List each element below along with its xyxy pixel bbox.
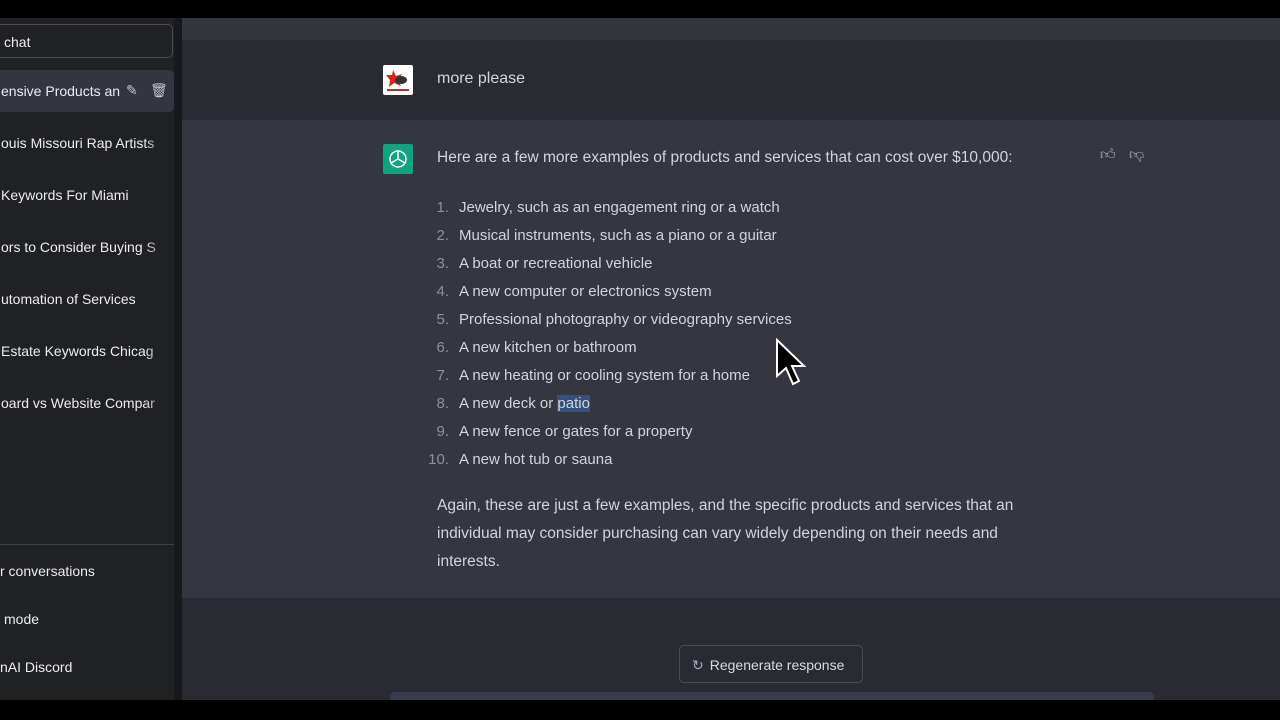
conversation-title: ouis Missouri Rap Artists xyxy=(1,135,155,151)
list-number: 5. xyxy=(436,311,449,328)
list-number: 4. xyxy=(436,283,449,300)
trash-icon[interactable]: 🗑 xyxy=(150,82,168,99)
dark-mode-button[interactable]: mode xyxy=(4,611,39,627)
list-item: 7. A new heating or cooling system for a … xyxy=(436,362,792,390)
chat-main: more please Here are a few more examples… xyxy=(182,18,1280,702)
top-strip xyxy=(182,18,1280,40)
list-item: 1. Jewelry, such as an engagement ring or… xyxy=(436,194,792,222)
list-text: Musical instruments, such as a piano or … xyxy=(459,227,777,244)
list-item: 4. A new computer or electronics system xyxy=(436,278,792,306)
list-text: A new kitchen or bathroom xyxy=(459,339,637,356)
list-item: 3. A boat or recreational vehicle xyxy=(436,250,792,278)
top-black-bar xyxy=(0,0,1280,18)
list-item: 10. A new hot tub or sauna xyxy=(428,446,792,474)
bottom-black-bar xyxy=(0,700,1280,720)
conversation-item[interactable]: Keywords For Miami xyxy=(0,174,174,216)
assistant-message-row: Here are a few more examples of products… xyxy=(182,120,1280,598)
assistant-intro: Here are a few more examples of products… xyxy=(437,149,1013,166)
list-item: 2. Musical instruments, such as a piano o… xyxy=(436,222,792,250)
user-message-row: more please xyxy=(182,40,1280,120)
new-chat-button[interactable]: chat xyxy=(0,24,173,58)
examples-list: 1. Jewelry, such as an engagement ring or… xyxy=(428,194,792,474)
thumbs-down-icon[interactable]: 👎︎ xyxy=(1129,146,1144,164)
list-number: 6. xyxy=(436,339,449,356)
list-item: 6. A new kitchen or bathroom xyxy=(436,334,792,362)
conversation-item[interactable]: oard vs Website Compar xyxy=(0,382,174,424)
list-number: 3. xyxy=(436,255,449,272)
mouse-cursor-icon xyxy=(776,338,807,386)
user-avatar xyxy=(383,65,413,95)
openai-logo-icon xyxy=(383,144,413,174)
list-text: A boat or recreational vehicle xyxy=(459,255,653,272)
list-item: 8. A new deck or patio xyxy=(436,390,792,418)
conversation-title: ors to Consider Buying S xyxy=(1,239,156,255)
conversation-item[interactable]: Estate Keywords Chicag xyxy=(0,330,174,372)
list-number: 10. xyxy=(428,451,449,468)
list-text: A new computer or electronics system xyxy=(459,283,712,300)
regenerate-label: Regenerate response xyxy=(709,657,845,673)
conversation-title: Keywords For Miami xyxy=(1,187,129,203)
discord-link[interactable]: nAI Discord xyxy=(0,659,72,675)
conversation-title: oard vs Website Compar xyxy=(1,395,155,411)
conversation-title: Estate Keywords Chicag xyxy=(1,343,154,359)
sidebar-divider xyxy=(0,544,174,545)
selected-text: patio xyxy=(557,395,590,412)
user-message: more please xyxy=(437,70,526,87)
edit-icon[interactable]: ✎ xyxy=(126,82,138,99)
conversation-item-active[interactable]: ensive Products an ✎ 🗑 xyxy=(0,70,174,112)
list-item: 5. Professional photography or videograph… xyxy=(436,306,792,334)
list-text: A new deck or xyxy=(459,395,558,412)
sidebar: chat ensive Products an ✎ 🗑 ouis Missouri … xyxy=(0,18,174,700)
list-text: A new fence or gates for a property xyxy=(459,423,693,440)
list-number: 1. xyxy=(436,199,449,216)
sidebar-border xyxy=(174,18,182,700)
thumbs-up-icon[interactable]: 👍︎ xyxy=(1100,146,1116,164)
conversation-item[interactable]: utomation of Services xyxy=(0,278,174,320)
conversation-item[interactable]: ors to Consider Buying S xyxy=(0,226,174,268)
list-number: 8. xyxy=(436,395,449,412)
list-text: A new hot tub or sauna xyxy=(459,451,613,468)
regenerate-response-button[interactable]: ↻ Regenerate response xyxy=(679,645,863,683)
conversation-item[interactable]: ouis Missouri Rap Artists xyxy=(0,122,174,164)
clear-conversations-button[interactable]: r conversations xyxy=(0,563,95,579)
new-chat-label: chat xyxy=(4,34,31,50)
list-number: 9. xyxy=(436,423,449,440)
refresh-icon: ↻ xyxy=(692,657,704,673)
list-item: 9. A new fence or gates for a property xyxy=(436,418,792,446)
list-number: 7. xyxy=(436,367,449,384)
conversation-title: ensive Products an xyxy=(1,83,121,99)
list-text: Professional photography or videography … xyxy=(459,311,792,328)
list-number: 2. xyxy=(436,227,449,244)
conversation-title: utomation of Services xyxy=(1,291,136,307)
assistant-closing: Again, these are just a few examples, an… xyxy=(437,497,1014,570)
list-text: Jewelry, such as an engagement ring or a… xyxy=(459,199,780,216)
list-text: A new heating or cooling system for a ho… xyxy=(459,367,750,384)
